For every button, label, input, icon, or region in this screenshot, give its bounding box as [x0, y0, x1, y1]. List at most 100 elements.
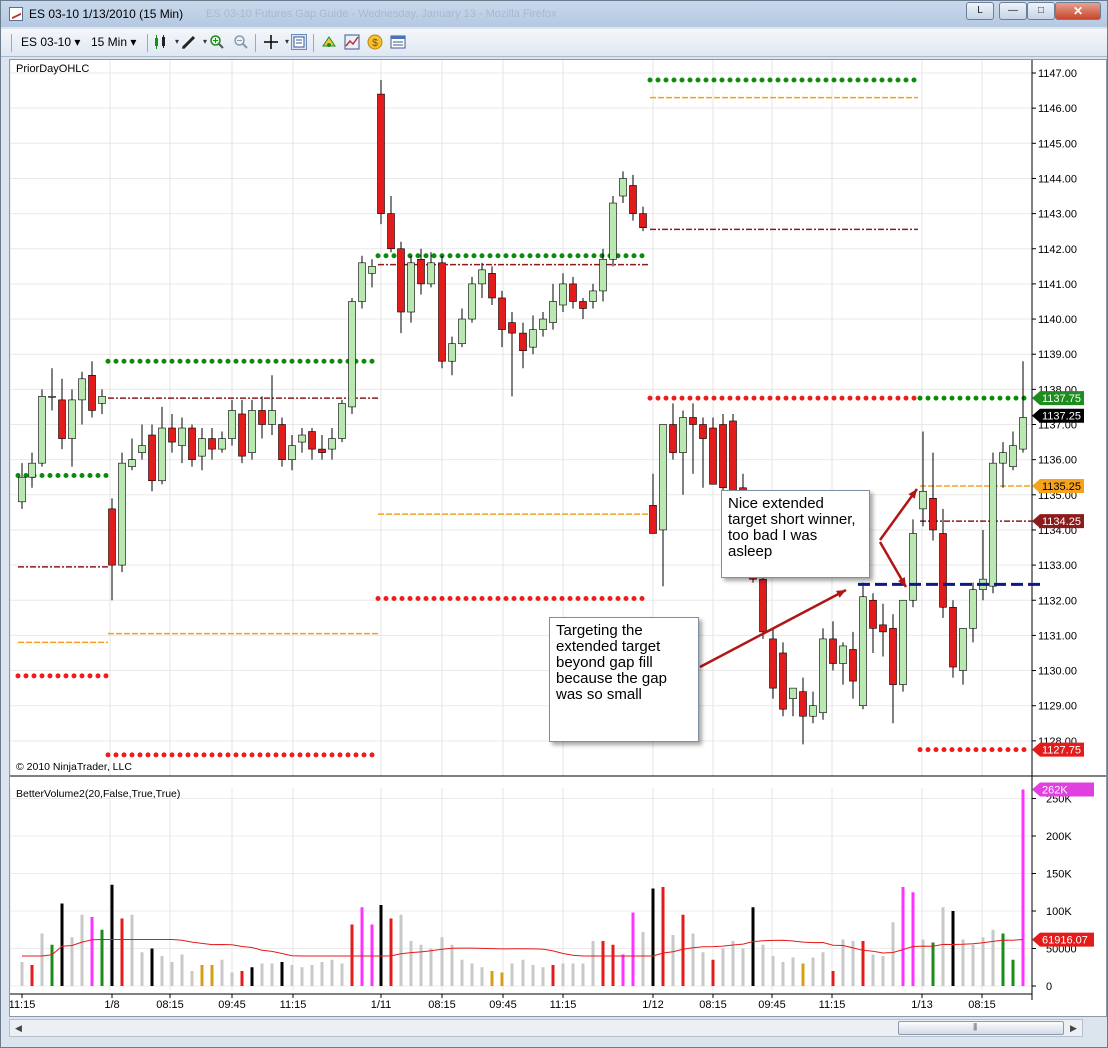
candle-up	[909, 533, 917, 601]
candle-up	[28, 462, 36, 478]
candlestick-icon[interactable]	[153, 34, 169, 50]
candle-down	[929, 498, 937, 531]
volume-bar	[791, 957, 795, 986]
candle-up	[98, 396, 106, 404]
price-marker-label: 1137.75	[1042, 393, 1081, 405]
candle-down	[387, 213, 395, 250]
volume-bar	[871, 954, 875, 986]
background-window-title: ES 03-10 Futures Gap Guide - Wednesday, …	[206, 8, 557, 20]
indicators-icon[interactable]	[344, 34, 360, 50]
maximize-button[interactable]: □	[1027, 2, 1055, 20]
volume-bar	[230, 972, 234, 986]
volume-bar	[450, 944, 454, 986]
volume-bar	[180, 954, 184, 986]
chart-toolbar: ES 03-10 ▾ 15 Min ▾ ▾ ▾ ▾ $	[1, 29, 1107, 57]
instrument-label: ES 03-10	[21, 35, 72, 49]
chevron-down-icon: ▾	[74, 35, 81, 49]
candle-down	[208, 438, 216, 450]
volume-bar	[941, 907, 945, 986]
volume-bar	[821, 952, 825, 986]
price-tick-label: 1129.00	[1038, 701, 1077, 713]
close-button[interactable]: ✕	[1055, 2, 1101, 20]
volume-bar	[931, 942, 935, 986]
volume-bar	[641, 932, 645, 986]
candle-up	[118, 462, 126, 566]
interval-selector[interactable]: 15 Min ▾	[91, 35, 136, 49]
volume-bar	[961, 939, 965, 986]
scroll-right-icon[interactable]: ▶	[1065, 1020, 1082, 1036]
time-tick-label: 1/13	[911, 999, 932, 1011]
data-box-icon[interactable]	[291, 34, 307, 50]
strategy-icon[interactable]	[321, 34, 337, 50]
candle-down	[699, 424, 707, 439]
candle-up	[328, 438, 336, 450]
title-bar[interactable]: ES 03-10 1/13/2010 (15 Min) ES 03-10 Fut…	[1, 1, 1107, 27]
volume-bar	[130, 914, 134, 986]
properties-icon[interactable]	[390, 34, 406, 50]
volume-bar	[419, 944, 423, 986]
chart-canvas[interactable]: PriorDayOHLC © 2010 NinjaTrader, LLC Bette…	[10, 60, 1106, 1016]
candle-down	[58, 399, 66, 439]
volume-bar	[490, 971, 494, 986]
volume-bar	[721, 948, 725, 986]
candle-down	[689, 417, 697, 425]
time-tick-label: 11:15	[280, 999, 307, 1011]
time-tick-label: 1/8	[104, 999, 119, 1011]
minimize-button[interactable]: —	[999, 2, 1027, 20]
pencil-draw-icon[interactable]	[181, 34, 197, 50]
time-tick-label: 1/12	[642, 999, 663, 1011]
candle-up	[358, 262, 366, 302]
volume-bar	[220, 959, 224, 986]
instrument-selector[interactable]: ES 03-10 ▾	[21, 35, 80, 49]
candle-up	[989, 462, 997, 587]
crosshair-icon[interactable]	[263, 34, 279, 50]
price-tick-label: 1130.00	[1038, 666, 1077, 678]
volume-bar	[370, 924, 374, 986]
scrollbar-thumb[interactable]	[898, 1021, 1064, 1035]
callout-gap-fill[interactable]: Targeting the extended target beyond gap…	[549, 617, 699, 742]
candle-down	[258, 410, 266, 425]
candle-down	[799, 691, 807, 717]
volume-bar	[360, 907, 364, 986]
volume-bar	[621, 954, 625, 986]
candle-down	[639, 213, 647, 228]
price-panel-label: PriorDayOHLC	[16, 63, 89, 75]
candle-up	[609, 202, 617, 260]
link-button[interactable]: L	[966, 2, 994, 20]
zoom-in-icon[interactable]	[209, 34, 225, 50]
callout-extended-target[interactable]: Nice extended target short winner, too b…	[721, 490, 870, 578]
candle-up	[859, 596, 867, 706]
volume-moving-average	[22, 939, 1024, 957]
volume-bar	[671, 935, 675, 986]
volume-bar	[631, 912, 635, 986]
volume-bar	[841, 939, 845, 986]
volume-bar	[981, 937, 985, 986]
volume-bar	[480, 967, 484, 986]
volume-bar	[280, 962, 284, 986]
volume-panel-label: BetterVolume2(20,False,True,True)	[16, 788, 180, 800]
volume-bar	[460, 959, 464, 986]
time-tick-label: 08:15	[428, 999, 456, 1011]
price-tick-label: 1133.00	[1038, 560, 1077, 572]
volume-bar	[551, 965, 555, 986]
volume-bar	[591, 941, 595, 986]
candle-down	[308, 431, 316, 450]
candle-down	[579, 301, 587, 309]
scroll-left-icon[interactable]: ◀	[10, 1020, 27, 1036]
volume-bar	[399, 914, 403, 986]
money-icon[interactable]: $	[367, 34, 383, 50]
time-tick-label: 09:45	[489, 999, 517, 1011]
volume-bar	[150, 948, 154, 986]
zoom-out-icon[interactable]	[233, 34, 249, 50]
candle-up	[809, 705, 817, 717]
volume-bar	[691, 933, 695, 986]
horizontal-scrollbar[interactable]: ◀ ▶	[9, 1019, 1083, 1037]
interval-label: 15 Min	[91, 35, 128, 49]
candle-down	[519, 332, 527, 351]
chart-area[interactable]: PriorDayOHLC © 2010 NinjaTrader, LLC Bette…	[9, 59, 1107, 1017]
candle-down	[488, 273, 496, 299]
volume-bar	[911, 892, 915, 986]
price-tick-label: 1142.00	[1038, 244, 1077, 256]
volume-bar	[571, 963, 575, 986]
volume-bar	[50, 944, 54, 986]
